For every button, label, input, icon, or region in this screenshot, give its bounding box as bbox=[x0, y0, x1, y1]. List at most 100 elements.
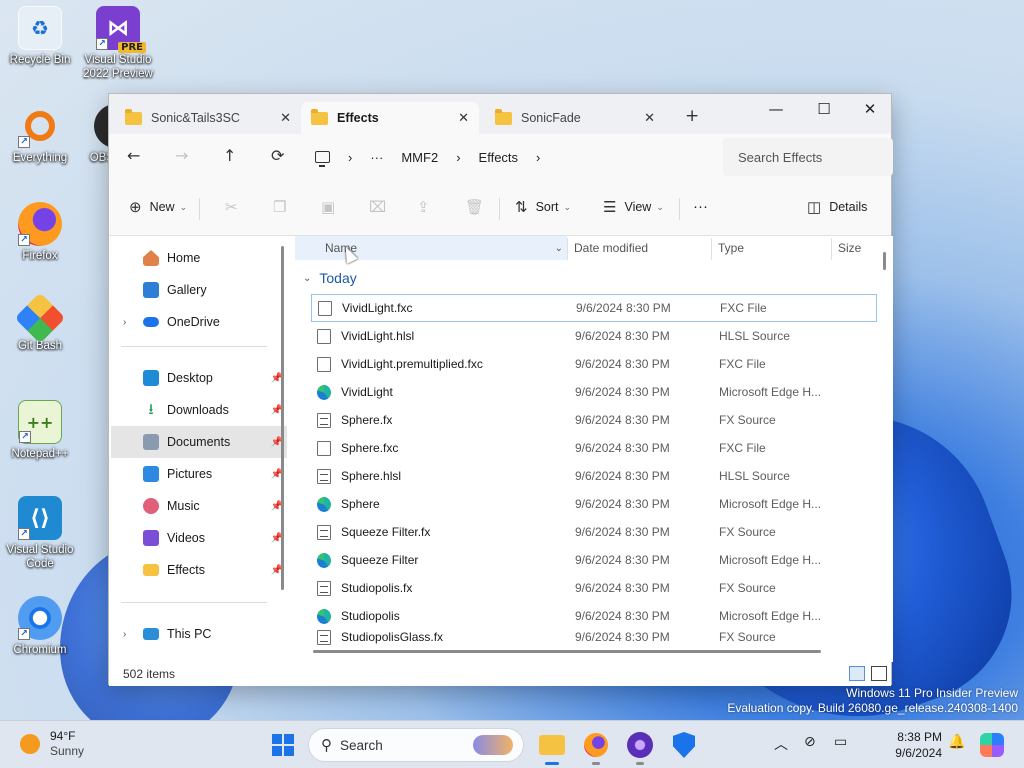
breadcrumb-item-effects[interactable]: Effects bbox=[479, 150, 519, 165]
file-row[interactable]: VividLight.hlsl 9/6/2024 8:30 PM HLSL Sour… bbox=[311, 322, 877, 350]
file-row[interactable]: Squeeze Filter.fx 9/6/2024 8:30 PM FX Sour… bbox=[311, 518, 877, 546]
details-pane-icon: ◫ bbox=[807, 199, 822, 216]
new-button[interactable]: ⊕ New ⌄ bbox=[129, 198, 187, 216]
column-divider[interactable] bbox=[831, 238, 832, 260]
notification-bell-icon[interactable]: 🔔 bbox=[948, 734, 965, 750]
desktop-icon-visual-studio[interactable]: ⋈ PRE ↗ Visual Studio 2022 Preview bbox=[78, 6, 158, 81]
search-input[interactable]: Search Effects bbox=[723, 138, 893, 176]
horizontal-scrollbar[interactable] bbox=[313, 650, 821, 653]
desktop-icon-notepadpp[interactable]: ++ ↗ Notepad++ bbox=[0, 400, 80, 461]
file-row[interactable]: Sphere 9/6/2024 8:30 PM Microsoft Edge H..… bbox=[311, 490, 877, 518]
file-row[interactable]: Sphere.hlsl 9/6/2024 8:30 PM HLSL Source bbox=[311, 462, 877, 490]
taskbar-file-explorer[interactable] bbox=[536, 729, 568, 765]
nav-item-gallery[interactable]: Gallery bbox=[111, 274, 287, 306]
desktop-icon-everything[interactable]: ↗ Everything bbox=[0, 104, 80, 165]
breadcrumb[interactable]: › ··· MMF2 › Effects › bbox=[315, 142, 715, 172]
vertical-scrollbar[interactable] bbox=[883, 252, 886, 270]
chevron-right-icon[interactable]: › bbox=[123, 317, 126, 328]
breadcrumb-item-mmf2[interactable]: MMF2 bbox=[401, 150, 438, 165]
column-header-size[interactable]: Size bbox=[838, 236, 861, 260]
column-divider[interactable] bbox=[567, 238, 568, 260]
desktop-icon-firefox[interactable]: ↗ Firefox bbox=[0, 202, 80, 263]
tab-sonic-tails[interactable]: Sonic&Tails3SC ✕ bbox=[115, 102, 301, 134]
system-clock[interactable]: 8:38 PM 9/6/2024 bbox=[868, 729, 942, 761]
desktop-icon-git-bash[interactable]: Git Bash bbox=[0, 292, 80, 353]
start-button[interactable] bbox=[272, 734, 294, 756]
nav-item-music[interactable]: Music 📌 bbox=[111, 490, 287, 522]
breadcrumb-more[interactable]: ··· bbox=[370, 150, 383, 165]
nav-item-desktop[interactable]: Desktop 📌 bbox=[111, 362, 287, 394]
folder-icon bbox=[311, 108, 328, 125]
chevron-up-icon[interactable]: ︿ bbox=[774, 734, 788, 754]
file-row[interactable]: VividLight.fxc 9/6/2024 8:30 PM FXC File bbox=[311, 294, 877, 322]
column-divider[interactable] bbox=[711, 238, 712, 260]
taskbar-search-box[interactable]: ⚲ Search bbox=[308, 728, 524, 762]
network-off-icon[interactable]: ⊘ bbox=[804, 734, 816, 750]
delete-icon[interactable]: 🗑 bbox=[465, 198, 484, 216]
paste-icon[interactable]: ▣ bbox=[321, 198, 335, 216]
file-row[interactable]: Squeeze Filter 9/6/2024 8:30 PM Microsoft … bbox=[311, 546, 877, 574]
file-row[interactable]: StudiopolisGlass.fx 9/6/2024 8:30 PM FX So… bbox=[311, 630, 877, 646]
maximize-button[interactable]: ☐ bbox=[809, 100, 839, 118]
file-row[interactable]: VividLight.premultiplied.fxc 9/6/2024 8:3… bbox=[311, 350, 877, 378]
back-button[interactable]: ← bbox=[127, 146, 140, 165]
large-icons-view-toggle[interactable] bbox=[871, 666, 887, 681]
taskbar-app-purple[interactable] bbox=[624, 729, 656, 765]
nav-item-home[interactable]: Home bbox=[111, 242, 287, 274]
nav-item-effects[interactable]: Effects 📌 bbox=[111, 554, 287, 586]
copilot-icon[interactable] bbox=[980, 733, 1004, 757]
tab-close-icon[interactable]: ✕ bbox=[644, 110, 655, 126]
display-icon[interactable]: ▭ bbox=[834, 734, 847, 750]
this-pc-icon bbox=[315, 151, 330, 167]
nav-item-pictures[interactable]: Pictures 📌 bbox=[111, 458, 287, 490]
share-icon[interactable]: ⇪ bbox=[417, 198, 430, 216]
nav-item-documents[interactable]: Documents 📌 bbox=[111, 426, 287, 458]
taskbar-security[interactable] bbox=[668, 729, 700, 761]
minimize-button[interactable]: — bbox=[761, 100, 791, 118]
file-row[interactable]: Studiopolis 9/6/2024 8:30 PM Microsoft Edg… bbox=[311, 602, 877, 630]
more-options-button[interactable]: ··· bbox=[693, 198, 708, 215]
nav-scrollbar[interactable] bbox=[281, 246, 284, 590]
nav-item-downloads[interactable]: ⭳ Downloads 📌 bbox=[111, 394, 287, 426]
file-row[interactable]: Studiopolis.fx 9/6/2024 8:30 PM FX Source bbox=[311, 574, 877, 602]
view-button[interactable]: ☰ View ⌄ bbox=[603, 198, 664, 216]
command-bar: ⊕ New ⌄ ✂ ❐ ▣ ⌧ ⇪ 🗑 ⇅ Sort ⌄ ☰ View ⌄ ··… bbox=[109, 180, 891, 236]
details-pane-button[interactable]: ◫ Details bbox=[807, 198, 867, 216]
refresh-button[interactable]: ⟳ bbox=[271, 146, 284, 165]
rename-icon[interactable]: ⌧ bbox=[369, 198, 386, 216]
taskbar-firefox[interactable] bbox=[580, 729, 612, 765]
nav-item-onedrive[interactable]: › OneDrive bbox=[111, 306, 287, 338]
close-button[interactable]: ✕ bbox=[855, 100, 885, 118]
nav-item-videos[interactable]: Videos 📌 bbox=[111, 522, 287, 554]
desktop-icon-chromium[interactable]: ↗ Chromium bbox=[0, 596, 80, 657]
column-header-name[interactable]: Name ⌄ bbox=[295, 236, 567, 260]
tab-close-icon[interactable]: ✕ bbox=[280, 110, 291, 126]
tab-close-icon[interactable]: ✕ bbox=[458, 110, 469, 126]
desktop-icon-recycle-bin[interactable]: ♻ Recycle Bin bbox=[0, 6, 80, 67]
up-button[interactable]: ↑ bbox=[223, 146, 236, 165]
column-header-date[interactable]: Date modified bbox=[574, 236, 648, 260]
copy-icon[interactable]: ❐ bbox=[273, 198, 286, 216]
group-header-today[interactable]: ⌄ Today bbox=[303, 270, 357, 286]
desktop-icon-vscode[interactable]: ⟨⟩ ↗ Visual Studio Code bbox=[0, 496, 80, 571]
sort-button[interactable]: ⇅ Sort ⌄ bbox=[515, 198, 571, 216]
running-indicator bbox=[636, 762, 644, 765]
gallery-icon bbox=[143, 282, 159, 298]
details-view-toggle[interactable] bbox=[849, 666, 865, 681]
windows-logo-icon bbox=[284, 746, 294, 756]
nav-item-this-pc[interactable]: › This PC bbox=[111, 618, 287, 650]
cut-icon[interactable]: ✂ bbox=[225, 198, 238, 216]
chevron-right-icon[interactable]: › bbox=[123, 629, 126, 640]
git-bash-icon bbox=[14, 292, 66, 344]
file-row[interactable]: VividLight 9/6/2024 8:30 PM Microsoft Edge… bbox=[311, 378, 877, 406]
file-explorer-icon bbox=[539, 735, 565, 755]
weather-widget[interactable]: 94°F Sunny bbox=[20, 729, 84, 759]
new-tab-button[interactable]: + bbox=[685, 106, 699, 126]
recycle-bin-icon: ♻ bbox=[18, 6, 62, 50]
file-row[interactable]: Sphere.fx 9/6/2024 8:30 PM FX Source bbox=[311, 406, 877, 434]
column-header-type[interactable]: Type bbox=[718, 236, 744, 260]
tab-effects[interactable]: Effects ✕ bbox=[301, 102, 479, 134]
forward-button[interactable]: → bbox=[175, 146, 188, 165]
file-row[interactable]: Sphere.fxc 9/6/2024 8:30 PM FXC File bbox=[311, 434, 877, 462]
tab-sonicfade[interactable]: SonicFade ✕ bbox=[485, 102, 665, 134]
